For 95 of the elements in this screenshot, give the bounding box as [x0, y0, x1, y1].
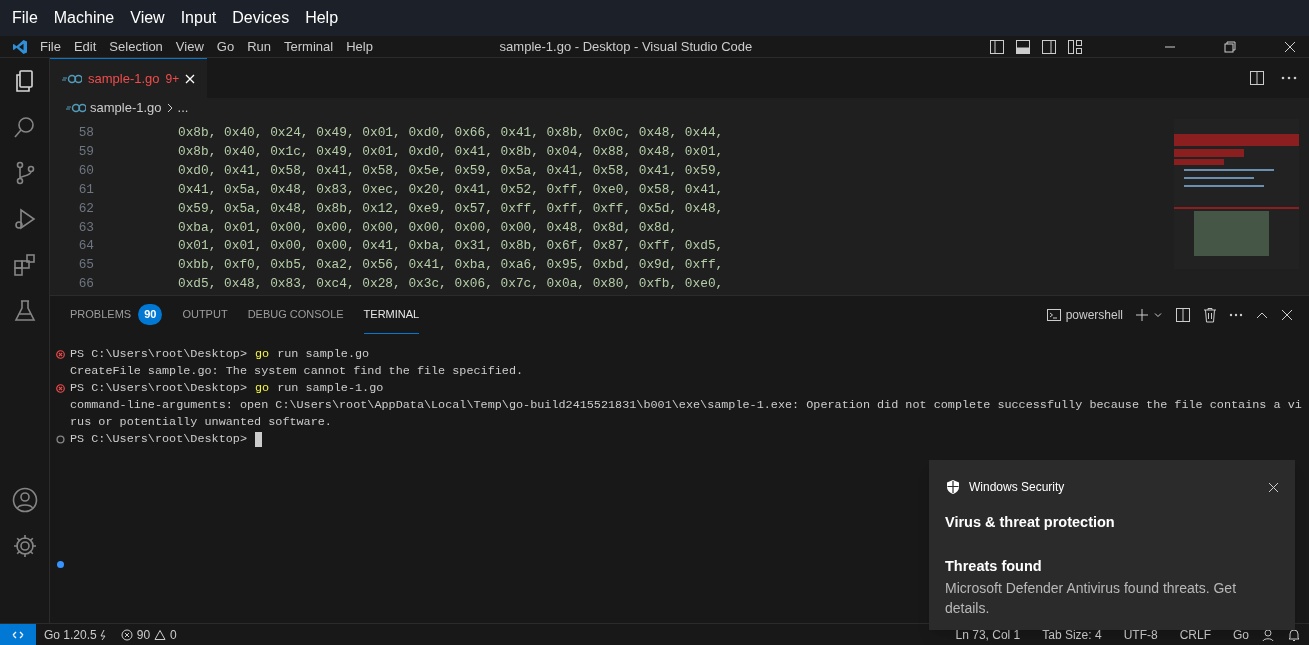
code-line: 0x59, 0x5a, 0x48, 0x8b, 0x12, 0xe9, 0x57, 0xff, 0xff, 0xff, 0x5d, 0x48,	[178, 199, 724, 218]
lightning-icon	[98, 628, 107, 641]
toast-message[interactable]: Microsoft Defender Antivirus found threats. Get details.	[945, 577, 1279, 618]
command-args: run sample.go	[277, 346, 370, 363]
maximize-panel-icon[interactable]	[1255, 310, 1269, 320]
warning-count: 0	[170, 626, 177, 644]
toggle-secondary-sidebar-icon[interactable]	[1041, 38, 1057, 55]
menu-item[interactable]: File	[12, 6, 38, 30]
new-terminal-icon[interactable]	[1135, 308, 1149, 322]
terminal-icon	[1045, 307, 1062, 323]
menu-item[interactable]: Selection	[109, 36, 163, 57]
split-terminal-icon[interactable]	[1175, 307, 1191, 323]
menu-item[interactable]: Terminal	[284, 36, 334, 57]
menu-item[interactable]: View	[130, 6, 165, 30]
line-number: 58	[77, 124, 94, 142]
code-line: 0xd5, 0x48, 0x83, 0xc4, 0x28, 0x3c, 0x06, 0x7c, 0x0a, 0x80, 0xfb, 0xe0,	[178, 275, 724, 294]
toast-heading: Threats found	[945, 556, 1043, 576]
line-number: 62	[77, 199, 94, 218]
panel-tab[interactable]: DEBUG CONSOLE	[247, 296, 344, 334]
layout-icon[interactable]	[1067, 38, 1083, 55]
terminal-output: CreateFile sample.go: The system cannot find the file specified.	[70, 363, 524, 380]
count-badge: 90	[138, 304, 163, 325]
go-file-icon	[66, 102, 86, 113]
prompt-text: PS C:\Users\root\Desktop>	[70, 346, 247, 363]
vscode-logo-icon	[12, 38, 28, 55]
menu-item[interactable]: Input	[180, 6, 217, 30]
toast-app-name: Windows Security	[969, 479, 1065, 496]
restore-icon[interactable]	[1223, 39, 1237, 54]
prompt-text: PS C:\Users\root\Desktop>	[70, 431, 247, 448]
error-count: 90	[136, 626, 151, 644]
prompt-text: PS C:\Users\root\Desktop>	[70, 380, 247, 397]
close-icon[interactable]	[1268, 481, 1279, 493]
menu-item[interactable]: Machine	[53, 6, 115, 30]
chevron-down-icon[interactable]	[1153, 310, 1163, 320]
menu-item[interactable]: View	[175, 36, 204, 57]
split-editor-icon[interactable]	[1249, 70, 1265, 86]
breadcrumb-item[interactable]: ...	[177, 97, 189, 118]
line-number: 64	[77, 237, 94, 256]
warning-icon	[154, 628, 167, 641]
problem-count: 9+	[165, 70, 180, 88]
problems-status[interactable]: 90 0	[120, 625, 177, 644]
command-args: run sample-1.go	[277, 380, 384, 397]
toast-title: Virus & threat protection	[945, 513, 1116, 532]
shield-icon	[945, 479, 961, 495]
menu-item[interactable]: Edit	[73, 36, 97, 57]
menu-item[interactable]: Devices	[232, 6, 290, 30]
status-item[interactable]: Ln 73, Col 1	[955, 625, 1021, 644]
menu-item[interactable]: File	[40, 36, 61, 57]
line-number: 66	[77, 275, 94, 294]
bell-icon[interactable]	[1287, 627, 1301, 642]
status-item[interactable]: Go	[1233, 625, 1249, 644]
window-title: sample-1.go - Desktop - Visual Studio Code	[499, 38, 753, 54]
more-actions-icon[interactable]	[1229, 313, 1243, 317]
toggle-sidebar-icon[interactable]	[989, 38, 1005, 55]
menu-item[interactable]: Help	[346, 36, 373, 57]
terminal-output: rus or potentially unwanted software.	[70, 414, 332, 431]
go-version[interactable]: Go 1.20.5	[44, 625, 97, 644]
settings-icon[interactable]	[12, 533, 38, 559]
go-file-icon	[62, 73, 82, 84]
panel-tab[interactable]: TERMINAL	[363, 296, 420, 334]
close-icon[interactable]	[1283, 39, 1297, 54]
terminal-output: command-line-arguments: open C:\Users\root\AppData\Local\Temp\go-build2415521831\b001\exe\sample-1.exe: Operation did not complete successfully because the file contains a vi	[70, 397, 1302, 414]
code-line: 0x01, 0x01, 0x00, 0x00, 0x41, 0xba, 0x31, 0x8b, 0x6f, 0x87, 0xff, 0xd5,	[178, 237, 724, 256]
command-name: go	[255, 380, 270, 397]
code-line: 0x41, 0x5a, 0x48, 0x83, 0xec, 0x20, 0x41, 0x52, 0xff, 0xe0, 0x58, 0x41,	[178, 180, 724, 199]
terminal-name[interactable]: powershell	[1065, 306, 1123, 324]
panel-tab[interactable]: OUTPUT	[182, 296, 228, 334]
line-number: 61	[77, 180, 94, 199]
menu-item[interactable]: Help	[305, 6, 339, 30]
accounts-icon[interactable]	[1261, 627, 1275, 642]
remote-icon[interactable]	[0, 623, 36, 645]
trash-icon[interactable]	[1203, 307, 1217, 323]
error-icon	[120, 628, 133, 641]
code-line: 0x8b, 0x40, 0x1c, 0x49, 0x01, 0xd0, 0x41, 0x8b, 0x04, 0x88, 0x48, 0x01,	[178, 142, 724, 161]
code-line: 0xbb, 0xf0, 0xb5, 0xa2, 0x56, 0x41, 0xba, 0xa6, 0x95, 0xbd, 0x9d, 0xff,	[178, 256, 724, 275]
panel-tab[interactable]: PROBLEMS 90	[70, 296, 163, 334]
editor-tab[interactable]: sample-1.go 9+	[50, 58, 208, 98]
close-icon[interactable]	[1281, 309, 1293, 321]
toggle-panel-icon[interactable]	[1015, 38, 1031, 55]
command-name: go	[255, 346, 270, 363]
code-line: 0xba, 0x01, 0x00, 0x00, 0x00, 0x00, 0x00, 0x00, 0x48, 0x8d, 0x8d,	[178, 218, 678, 237]
extensions-icon[interactable]	[11, 252, 38, 278]
code-line: 0xd0, 0x41, 0x58, 0x41, 0x58, 0x5e, 0x59, 0x5a, 0x41, 0x58, 0x41, 0x59,	[178, 161, 724, 180]
code-line: 0x8b, 0x40, 0x24, 0x49, 0x01, 0xd0, 0x66, 0x41, 0x8b, 0x0c, 0x48, 0x44,	[178, 124, 724, 142]
line-number: 63	[77, 218, 94, 237]
line-number: 60	[77, 161, 94, 180]
line-number: 65	[77, 256, 94, 275]
line-number: 59	[77, 142, 94, 161]
breadcrumb-item[interactable]: sample-1.go	[90, 97, 162, 118]
more-actions-icon[interactable]	[1281, 76, 1297, 80]
menu-item[interactable]: Run	[247, 36, 271, 57]
account-icon[interactable]	[12, 487, 38, 513]
status-item[interactable]: Tab Size: 4	[1042, 625, 1102, 644]
chevron-right-icon	[165, 102, 174, 113]
menu-item[interactable]: Go	[216, 36, 235, 57]
